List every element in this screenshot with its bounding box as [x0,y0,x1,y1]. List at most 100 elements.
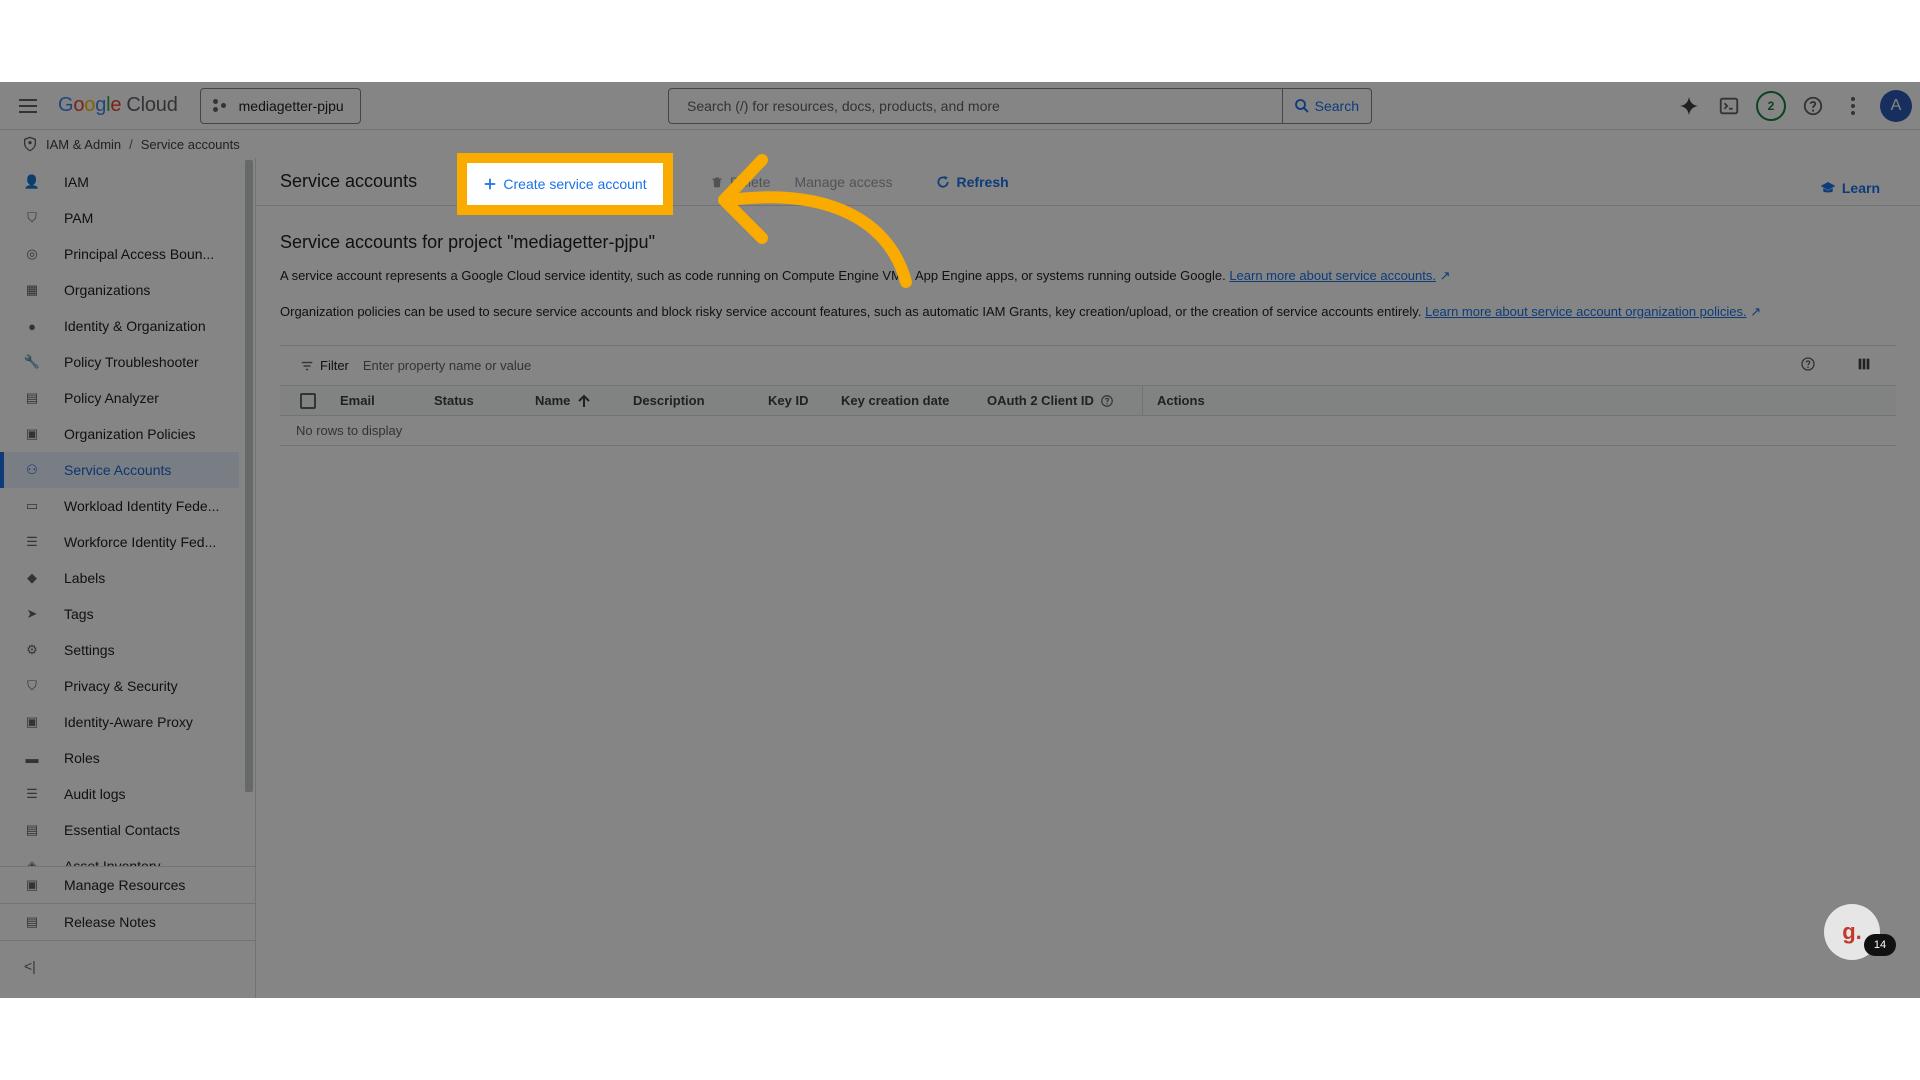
sidebar-item-label: Organization Policies [64,426,196,442]
label-icon: ◆ [27,570,37,585]
help-icon[interactable] [1800,356,1816,372]
sidebar-item-label: Labels [64,570,106,586]
refresh-button[interactable]: Refresh [923,164,1021,200]
sidebar-item-label: Roles [64,750,100,766]
project-dots-icon [212,98,229,114]
column-email[interactable]: Email [340,393,434,408]
sidebar-item-privacy-security[interactable]: ⛉ Privacy & Security [0,668,256,704]
sidebar-fixed: ▣ Manage Resources ▤ Release Notes [0,866,256,941]
sidebar-item-workload-identity-fede[interactable]: ▭ Workload Identity Fede... [0,488,256,524]
folder-icon: ▣ [25,877,39,892]
filter-button[interactable]: Filter [300,358,349,373]
help-icon[interactable] [1800,93,1826,119]
search-bar[interactable]: Search (/) for resources, docs, products… [668,88,1372,124]
search-input[interactable]: Search (/) for resources, docs, products… [669,98,1282,114]
sidebar-scrollbar[interactable] [245,160,253,792]
sidebar-item-principal-access-boun[interactable]: ◎ Principal Access Boun... [0,236,256,272]
sidebar-item-identity-aware-proxy[interactable]: ▣ Identity-Aware Proxy [0,704,256,740]
topbar-actions: 2 A [1676,82,1920,130]
breadcrumb: IAM & Admin / Service accounts [0,130,1920,158]
section-heading: Service accounts for project "mediagette… [280,232,655,252]
avatar[interactable]: A [1880,90,1912,122]
column-key-id[interactable]: Key ID [768,393,841,408]
notes-icon: ▤ [25,914,39,929]
breadcrumb-parent[interactable]: IAM & Admin [46,137,121,152]
more-vert-icon[interactable] [1840,93,1866,119]
select-all-checkbox[interactable] [300,392,316,409]
list-icon: ☰ [26,534,38,549]
top-bar: Google Cloud mediagetter-pjpu Search (/) … [0,82,1920,130]
chat-count-badge: 14 [1864,934,1896,956]
column-oauth-client-id[interactable]: OAuth 2 Client ID [987,385,1143,416]
sidebar-item-label: Settings [64,642,115,658]
wrench-icon: 🔧 [23,354,41,369]
sidebar-item-settings[interactable]: ⚙ Settings [0,632,256,668]
sidebar-item-iam[interactable]: 👤 IAM [0,164,256,200]
sidebar: 👤 IAM ⛉ PAM ◎ Principal Access Boun... ▦ Organi… [0,158,256,998]
sidebar-item-label: PAM [64,210,94,226]
sidebar-item-roles[interactable]: ▬ Roles [0,740,256,776]
sidebar-item-label: Workforce Identity Fed... [64,534,217,550]
filter-input[interactable]: Enter property name or value [363,358,531,373]
sidebar-item-label: Policy Analyzer [64,390,159,406]
sidebar-item-label: Identity-Aware Proxy [64,714,193,730]
empty-state: No rows to display [280,416,1896,446]
sidebar-item-policy-analyzer[interactable]: ▤ Policy Analyzer [0,380,256,416]
sidebar-item-essential-contacts[interactable]: ▤ Essential Contacts [0,812,256,848]
sidebar-item-service-accounts[interactable]: ⚇ Service Accounts [0,452,239,488]
gemini-icon[interactable] [1676,93,1702,119]
sidebar-item-label: Audit logs [64,786,126,802]
sidebar-item-organization-policies[interactable]: ▣ Organization Policies [0,416,256,452]
contact-icon: ▤ [25,822,39,837]
sidebar-item-tags[interactable]: ➤ Tags [0,596,256,632]
sidebar-item-asset-inventory[interactable]: ◈ Asset Inventory [0,848,256,866]
sidebar-item-label: Asset Inventory [64,858,161,866]
sidebar-item-identity-organization[interactable]: ● Identity & Organization [0,308,256,344]
column-display-icon[interactable] [1856,356,1872,372]
document-search-icon: ▤ [25,390,39,405]
help-icon[interactable] [1100,394,1114,408]
sidebar-item-audit-logs[interactable]: ☰ Audit logs [0,776,256,812]
id-card-icon: ▭ [25,498,39,513]
learn-more-service-accounts-link[interactable]: Learn more about service accounts. [1229,268,1436,283]
sidebar-item-pam[interactable]: ⛉ PAM [0,200,256,236]
create-service-account-button[interactable]: Create service account [457,153,673,215]
sidebar-item-label: Principal Access Boun... [64,246,215,262]
column-name[interactable]: Name [535,393,633,408]
table-tools [1800,356,1872,372]
description-paragraph: A service account represents a Google Cl… [280,268,1451,283]
shield-lock-icon: ⛉ [27,678,37,693]
person-add-icon: 👤 [23,174,41,189]
sidebar-item-release-notes[interactable]: ▤ Release Notes [0,904,256,940]
sidebar-item-label: Manage Resources [64,877,186,893]
sidebar-divider [0,940,256,941]
sidebar-item-labels[interactable]: ◆ Labels [0,560,256,596]
filter-bar: Filter Enter property name or value [280,346,1896,386]
sidebar-item-label: Identity & Organization [64,318,206,334]
project-picker[interactable]: mediagetter-pjpu [199,87,361,124]
column-key-creation-date[interactable]: Key creation date [841,393,987,408]
sidebar-item-workforce-identity-fed[interactable]: ☰ Workforce Identity Fed... [0,524,256,560]
external-link-icon: ↗ [1750,304,1762,319]
sidebar-item-policy-troubleshooter[interactable]: 🔧 Policy Troubleshooter [0,344,256,380]
page-body: Service accounts for project "mediagette… [256,206,1920,446]
external-link-icon: ↗ [1439,268,1451,283]
policy-paragraph: Organization policies can be used to sec… [280,304,1762,319]
learn-more-org-policies-link[interactable]: Learn more about service account organiz… [1425,304,1747,319]
diamond-icon: ◈ [27,858,37,866]
sidebar-item-organizations[interactable]: ▦ Organizations [0,272,256,308]
search-button[interactable]: Search [1281,89,1371,123]
google-cloud-logo[interactable]: Google Cloud [58,94,178,117]
plus-icon [485,178,496,190]
column-description[interactable]: Description [633,393,768,408]
learn-button[interactable]: Learn [1808,170,1892,206]
notifications-badge[interactable]: 2 [1756,91,1786,121]
list-box-icon: ▣ [25,426,39,441]
cloud-shell-icon[interactable] [1716,93,1742,119]
lines-icon: ☰ [26,786,38,801]
sidebar-item-manage-resources[interactable]: ▣ Manage Resources [0,867,256,903]
collapse-sidebar-icon[interactable]: <| [24,958,36,974]
column-status[interactable]: Status [434,393,535,408]
building-icon: ▦ [25,282,39,297]
main-menu-icon[interactable] [16,94,40,118]
